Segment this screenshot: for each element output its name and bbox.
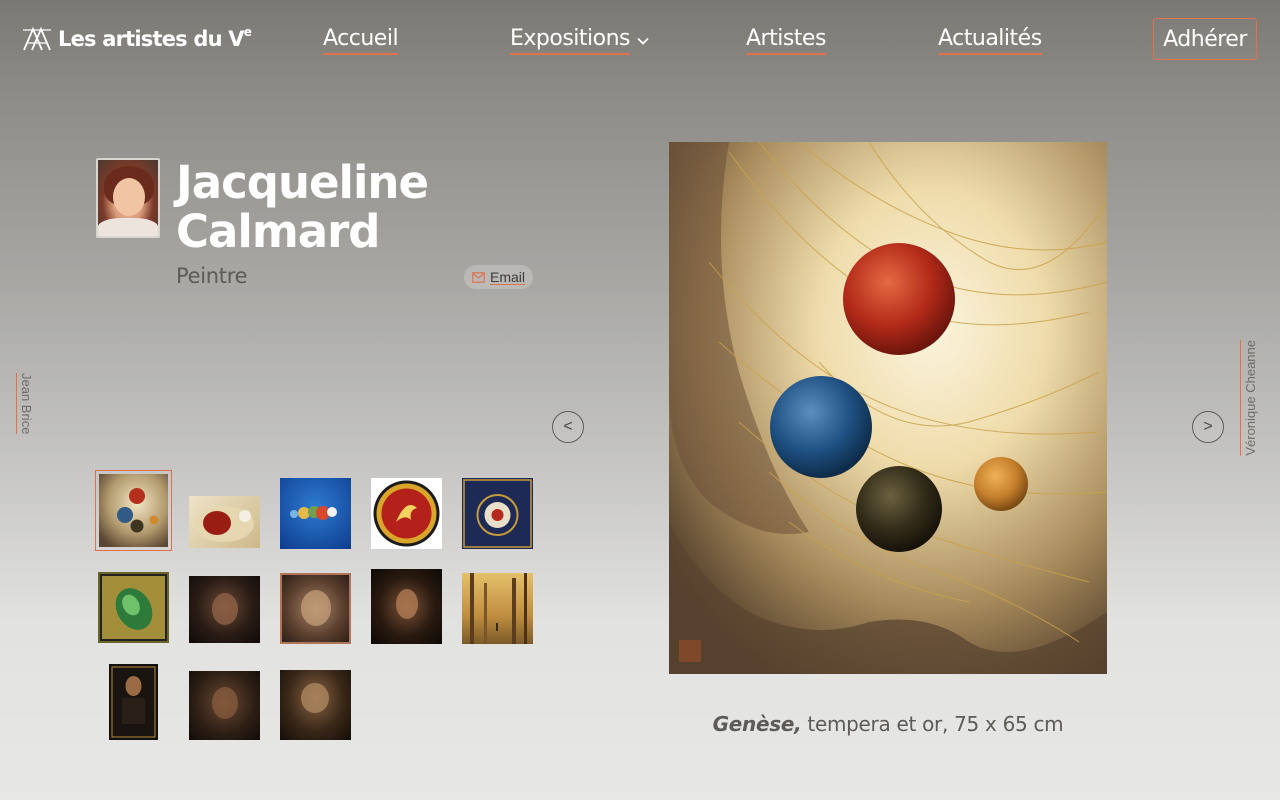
site-title: Les artistes du Ve (58, 25, 252, 51)
main-artwork[interactable] (669, 142, 1107, 674)
mail-icon (472, 271, 485, 283)
thumb-blue-spheres-image (290, 506, 337, 520)
artist-avatar (96, 158, 160, 238)
thumb-green-beetle-image (100, 574, 167, 641)
thumb-forest[interactable] (462, 573, 533, 644)
nav-actualites[interactable]: Actualités (938, 26, 1042, 55)
thumb-child-portrait-3[interactable] (189, 671, 260, 740)
thumb-red-stone-image (194, 506, 254, 542)
thumb-phoenix-medallion-image (373, 480, 440, 547)
thumb-forest-image (470, 573, 527, 644)
site-logo[interactable]: Les artistes du Ve (22, 25, 252, 52)
next-artist-link[interactable]: Véronique Cheanne (1240, 340, 1258, 456)
chevron-down-icon (637, 37, 649, 45)
artist-name: Jacqueline Calmard (176, 156, 429, 258)
thumb-green-beetle[interactable] (98, 572, 169, 643)
thumb-phoenix-medallion[interactable] (371, 478, 442, 549)
thumb-icon-portrait-image (111, 666, 156, 738)
previous-artwork-button[interactable]: < (552, 411, 584, 443)
artwork-caption: Genèse, tempera et or, 75 x 65 cm (669, 712, 1107, 736)
thumb-woman-portrait-image (396, 589, 418, 619)
next-artwork-button[interactable]: > (1192, 411, 1224, 443)
logo-icon (23, 26, 51, 51)
artist-role: Peintre (176, 264, 248, 288)
thumb-child-portrait-2[interactable] (280, 573, 351, 644)
thumb-woman-portrait[interactable] (371, 569, 442, 644)
thumb-circle-blue-image (463, 479, 532, 548)
thumb-child-portrait-4-image (301, 683, 329, 713)
thumb-child-portrait-1[interactable] (189, 576, 260, 643)
join-button[interactable]: Adhérer (1153, 18, 1257, 60)
thumb-child-portrait-2-image (301, 590, 331, 626)
thumb-child-portrait-3-image (212, 687, 238, 719)
thumb-circle-blue[interactable] (462, 478, 533, 549)
thumb-genese-image (99, 474, 168, 547)
email-button[interactable]: Email (464, 265, 534, 289)
artwork-details: tempera et or, 75 x 65 cm (801, 712, 1064, 736)
main-artwork-image (669, 142, 1107, 674)
thumb-blue-spheres[interactable] (280, 478, 351, 549)
nav-accueil[interactable]: Accueil (323, 26, 399, 55)
thumb-red-stone[interactable] (189, 496, 260, 548)
artwork-title: Genèse, (712, 712, 802, 736)
thumb-child-portrait-4[interactable] (280, 670, 351, 740)
email-label: Email (490, 268, 526, 285)
thumb-child-portrait-1-image (212, 593, 238, 625)
nav-artistes[interactable]: Artistes (746, 26, 826, 55)
thumb-genese[interactable] (95, 470, 172, 551)
nav-expositions-label: Expositions (510, 26, 631, 55)
nav-expositions[interactable]: Expositions (510, 26, 650, 56)
previous-artist-link[interactable]: Jean Brice (16, 373, 34, 435)
thumb-icon-portrait[interactable] (109, 664, 158, 740)
